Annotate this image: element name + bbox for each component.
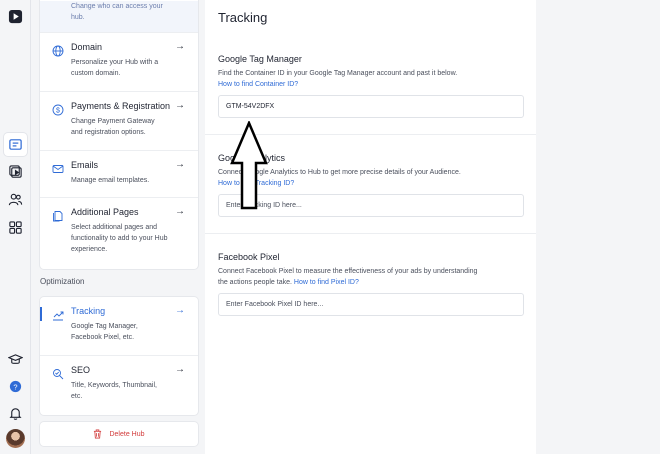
sidebar-item-additional-pages[interactable]: Additional Pages Select additional pages… (40, 198, 198, 269)
fb-heading: Facebook Pixel (218, 252, 280, 262)
icon-rail: ? (0, 0, 31, 454)
payments-desc: Change Payment Gateway and registration … (71, 118, 155, 136)
arrow-right-icon: → (175, 159, 185, 170)
seo-title: SEO (71, 365, 91, 375)
play-logo-icon[interactable] (4, 5, 27, 28)
sidebar-item-payments[interactable]: $ Payments & Registration Change Payment… (40, 92, 198, 151)
svg-text:?: ? (13, 382, 17, 391)
hub-settings-icon[interactable] (4, 133, 27, 156)
additional-pages-title: Additional Pages (71, 207, 139, 217)
fb-section: Facebook Pixel Connect Facebook Pixel to… (205, 252, 536, 316)
sidebar-item-seo[interactable]: SEO Title, Keywords, Thumbnail, etc. → (40, 356, 198, 415)
gtm-heading: Google Tag Manager (218, 54, 302, 64)
optimization-label: Optimization (40, 277, 85, 286)
arrow-right-icon: → (175, 206, 185, 217)
payments-title: Payments & Registration (71, 101, 171, 111)
fb-pixel-id-input[interactable]: Enter Facebook Pixel ID here... (218, 293, 524, 316)
domain-desc: Personalize your Hub with a custom domai… (71, 59, 159, 77)
settings-list: Change who can access your hub. Domain P… (31, 0, 205, 454)
divider (205, 233, 536, 234)
access-item-desc: Change who can access your hub. (71, 3, 163, 21)
notifications-icon[interactable] (4, 402, 27, 425)
gtm-section: Google Tag Manager Find the Container ID… (205, 54, 536, 118)
gtm-help: Find the Container ID in your Google Tag… (218, 68, 488, 90)
arrow-right-icon: → (175, 100, 185, 111)
chart-icon (52, 308, 64, 321)
tracking-title: Tracking (71, 306, 106, 316)
fb-help: Connect Facebook Pixel to measure the ef… (218, 266, 488, 288)
globe-icon (52, 44, 64, 57)
domain-title: Domain (71, 42, 103, 52)
pages-icon (52, 209, 64, 222)
right-gutter (536, 0, 660, 454)
sidebar-item-domain[interactable]: Domain Personalize your Hub with a custo… (40, 33, 198, 92)
academy-icon[interactable] (4, 348, 27, 371)
access-item[interactable]: Change who can access your hub. (40, 1, 198, 33)
additional-pages-desc: Select additional pages and functionalit… (71, 224, 168, 253)
page-title: Tracking (218, 10, 268, 25)
svg-text:$: $ (56, 108, 60, 115)
gtm-help-text: Find the Container ID in your Google Tag… (218, 70, 458, 77)
seo-icon (52, 367, 64, 380)
fb-help-link[interactable]: How to find Pixel ID? (294, 279, 359, 286)
avatar[interactable] (6, 429, 25, 448)
arrow-right-icon: → (175, 305, 185, 316)
delete-hub-button[interactable]: Delete Hub (40, 422, 198, 446)
mail-icon (52, 162, 64, 174)
sidebar-item-tracking[interactable]: Tracking Google Tag Manager, Facebook Pi… (40, 297, 198, 356)
hub-settings-card: Change who can access your hub. Domain P… (40, 0, 198, 269)
gtm-help-link[interactable]: How to find Container ID? (218, 81, 298, 88)
tracking-desc: Google Tag Manager, Facebook Pixel, etc. (71, 323, 138, 341)
sidebar-item-emails[interactable]: Emails Manage email templates. → (40, 151, 198, 198)
trash-icon (94, 429, 102, 439)
optimization-card: Tracking Google Tag Manager, Facebook Pi… (40, 297, 198, 415)
audience-icon[interactable] (4, 188, 27, 211)
gtm-container-id-input[interactable]: GTM-54V2DFX (218, 95, 524, 118)
emails-desc: Manage email templates. (71, 177, 150, 184)
help-icon[interactable]: ? (4, 375, 27, 398)
dollar-icon: $ (52, 103, 64, 116)
emails-title: Emails (71, 160, 99, 170)
tracking-panel: Tracking Google Tag Manager Find the Con… (205, 0, 536, 454)
apps-icon[interactable] (4, 216, 27, 239)
delete-hub-label: Delete Hub (109, 430, 145, 438)
video-library-icon[interactable] (4, 160, 27, 183)
annotation-arrow-icon (230, 121, 268, 210)
seo-desc: Title, Keywords, Thumbnail, etc. (71, 382, 157, 400)
arrow-right-icon: → (175, 364, 185, 375)
arrow-right-icon: → (175, 41, 185, 52)
